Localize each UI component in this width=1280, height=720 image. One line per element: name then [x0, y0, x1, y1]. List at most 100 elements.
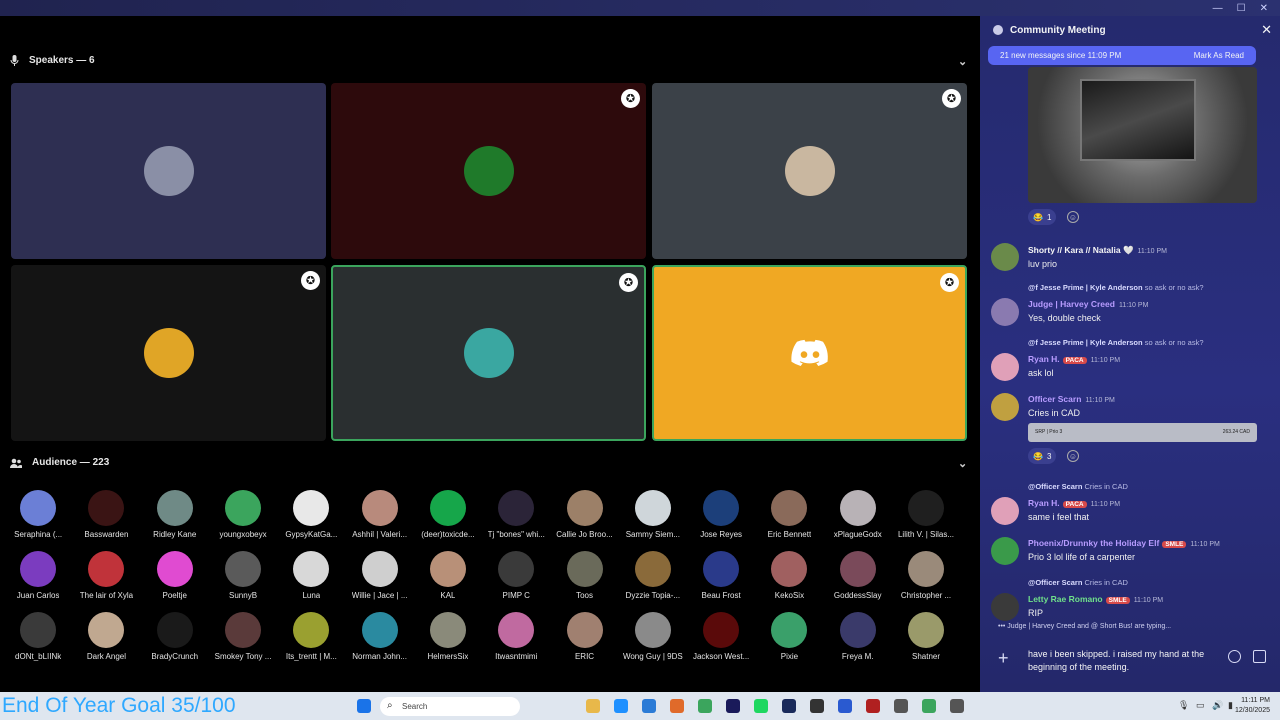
cad-attachment[interactable]: SRP | Prio 3 263.24 CAD	[1028, 423, 1257, 442]
minimize-icon[interactable]: —	[1213, 3, 1223, 14]
terminal-icon[interactable]	[782, 699, 796, 713]
new-messages-bar[interactable]: 21 new messages since 11:09 PM Mark As R…	[988, 46, 1256, 65]
audience-header[interactable]: Audience — 223 ⌄	[10, 457, 967, 470]
avatar[interactable]	[991, 353, 1019, 381]
monitor-tray-icon[interactable]: ▭	[1196, 700, 1205, 711]
discord-icon[interactable]	[698, 699, 712, 713]
chevron-down-icon[interactable]: ⌄	[958, 55, 967, 68]
audience-member[interactable]: Freya M.	[824, 612, 892, 669]
audience-member[interactable]: Seraphina (...	[4, 490, 72, 547]
edge-icon[interactable]	[614, 699, 628, 713]
audience-member[interactable]: Basswarden	[72, 490, 140, 547]
audience-member[interactable]: Dyzzie Topia-...	[619, 551, 687, 608]
image-attachment[interactable]	[1028, 67, 1257, 203]
speaker-tile[interactable]: ✪	[652, 265, 967, 441]
message-author[interactable]: Officer Scarn 11:10 PM	[1028, 394, 1115, 404]
windows-start-icon[interactable]	[357, 699, 371, 713]
audience-member[interactable]: PIMP C	[482, 551, 550, 608]
message-author[interactable]: Ryan H. PACA 11:10 PM	[1028, 354, 1120, 364]
audience-member[interactable]: Callie Jo Broo...	[550, 490, 618, 547]
steam-icon[interactable]	[754, 699, 768, 713]
audience-member[interactable]: Luna	[277, 551, 345, 608]
chevron-down-icon[interactable]: ⌄	[958, 457, 967, 470]
audience-member[interactable]: Dark Angel	[72, 612, 140, 669]
reply-preview[interactable]: @Officer Scarn Cries in CAD	[1028, 578, 1128, 587]
settings-icon[interactable]	[866, 699, 880, 713]
spotify-icon[interactable]	[726, 699, 740, 713]
file-explorer-icon[interactable]	[586, 699, 600, 713]
firefox-icon[interactable]	[670, 699, 684, 713]
audience-member[interactable]: Willie | Jace | ...	[345, 551, 413, 608]
audience-member[interactable]: BradyCrunch	[141, 612, 209, 669]
speakers-header[interactable]: Speakers — 6 ⌄	[10, 55, 967, 68]
message-composer[interactable]: + have i been skipped. i raised my hand …	[986, 643, 1274, 683]
audience-member[interactable]: Smokey Tony ...	[209, 612, 277, 669]
audience-member[interactable]: GoddessSlay	[824, 551, 892, 608]
message-author[interactable]: Ryan H. PACA 11:10 PM	[1028, 498, 1120, 508]
audience-member[interactable]: Christopher ...	[892, 551, 960, 608]
mark-as-read-button[interactable]: Mark As Read	[1194, 51, 1244, 60]
battery-tray-icon[interactable]: ▮	[1228, 700, 1233, 711]
close-icon[interactable]: ✕	[1261, 22, 1272, 38]
app-icon[interactable]	[950, 699, 964, 713]
reply-preview[interactable]: @f Jesse Prime | Kyle Anderson so ask or…	[1028, 338, 1203, 347]
speaker-tile[interactable]: ✪	[331, 83, 646, 259]
message-author[interactable]: Shorty // Kara // Natalia 🤍 11:10 PM	[1028, 245, 1167, 256]
avatar[interactable]	[991, 537, 1019, 565]
audience-member[interactable]: Norman John...	[345, 612, 413, 669]
avatar[interactable]	[991, 243, 1019, 271]
audience-member[interactable]: ERIC	[550, 612, 618, 669]
speaker-tile[interactable]	[11, 83, 326, 259]
audience-member[interactable]: Jose Reyes	[687, 490, 755, 547]
taskbar-clock[interactable]: 11:11 PM 12/30/2025	[1235, 696, 1270, 716]
audience-member[interactable]: The lair of Xyla	[72, 551, 140, 608]
speaker-tile[interactable]: ✪	[652, 83, 967, 259]
avatar[interactable]	[991, 593, 1019, 621]
audience-member[interactable]: HelmersSix	[414, 612, 482, 669]
audience-member[interactable]: Juan Carlos	[4, 551, 72, 608]
message-author[interactable]: Judge | Harvey Creed 11:10 PM	[1028, 299, 1148, 309]
audience-member[interactable]: Eric Bennett	[755, 490, 823, 547]
audience-member[interactable]: GypsyKatGa...	[277, 490, 345, 547]
audience-member[interactable]: Jackson West...	[687, 612, 755, 669]
reaction-chip[interactable]: 😂 3	[1028, 448, 1057, 464]
audience-member[interactable]: (deer)toxicde...	[414, 490, 482, 547]
apps-icon[interactable]	[1253, 650, 1266, 663]
app-icon[interactable]	[894, 699, 908, 713]
audience-member[interactable]: Sammy Siem...	[619, 490, 687, 547]
speaker-tile[interactable]: ✪	[331, 265, 646, 441]
audience-member[interactable]: Ridley Kane	[141, 490, 209, 547]
notepad-icon[interactable]	[810, 699, 824, 713]
speaker-tray-icon[interactable]: 🔊	[1212, 700, 1223, 711]
audience-member[interactable]: Wong Guy | 9DS	[619, 612, 687, 669]
avatar[interactable]	[991, 497, 1019, 525]
store-icon[interactable]	[642, 699, 656, 713]
reply-preview[interactable]: @Officer Scarn Cries in CAD	[1028, 482, 1128, 491]
audience-member[interactable]: KekoSix	[755, 551, 823, 608]
taskbar-search[interactable]: ⌕ Search	[380, 697, 520, 716]
reply-preview[interactable]: @f Jesse Prime | Kyle Anderson so ask or…	[1028, 283, 1203, 292]
audience-member[interactable]: Tj "bones" whi...	[482, 490, 550, 547]
message-author[interactable]: Letty Rae Romano SMLE 11:10 PM	[1028, 594, 1163, 604]
avatar[interactable]	[991, 298, 1019, 326]
message-input[interactable]: have i been skipped. i raised my hand at…	[1028, 648, 1218, 674]
microphone-tray-icon[interactable]: 🎙	[1178, 700, 1189, 711]
audience-member[interactable]: Ashhil | Valeri...	[345, 490, 413, 547]
emoji-icon[interactable]	[1228, 650, 1241, 663]
audience-member[interactable]: Beau Frost	[687, 551, 755, 608]
reaction-chip[interactable]: 😂 1	[1028, 209, 1057, 225]
app-icon[interactable]	[922, 699, 936, 713]
audience-member[interactable]: Poeltje	[141, 551, 209, 608]
audience-member[interactable]: Its_trentt | M...	[277, 612, 345, 669]
audience-member[interactable]: dONt_bLIINk	[4, 612, 72, 669]
audience-member[interactable]: youngxobeyx	[209, 490, 277, 547]
add-reaction-icon[interactable]: ☺	[1067, 211, 1079, 223]
audience-member[interactable]: xPlagueGodx	[824, 490, 892, 547]
audience-member[interactable]: Toos	[550, 551, 618, 608]
maximize-icon[interactable]: ☐	[1237, 3, 1246, 14]
app-icon[interactable]	[838, 699, 852, 713]
avatar[interactable]	[991, 393, 1019, 421]
audience-member[interactable]: Itwasntmimi	[482, 612, 550, 669]
audience-member[interactable]: KAL	[414, 551, 482, 608]
speaker-tile[interactable]: ✪	[11, 265, 326, 441]
